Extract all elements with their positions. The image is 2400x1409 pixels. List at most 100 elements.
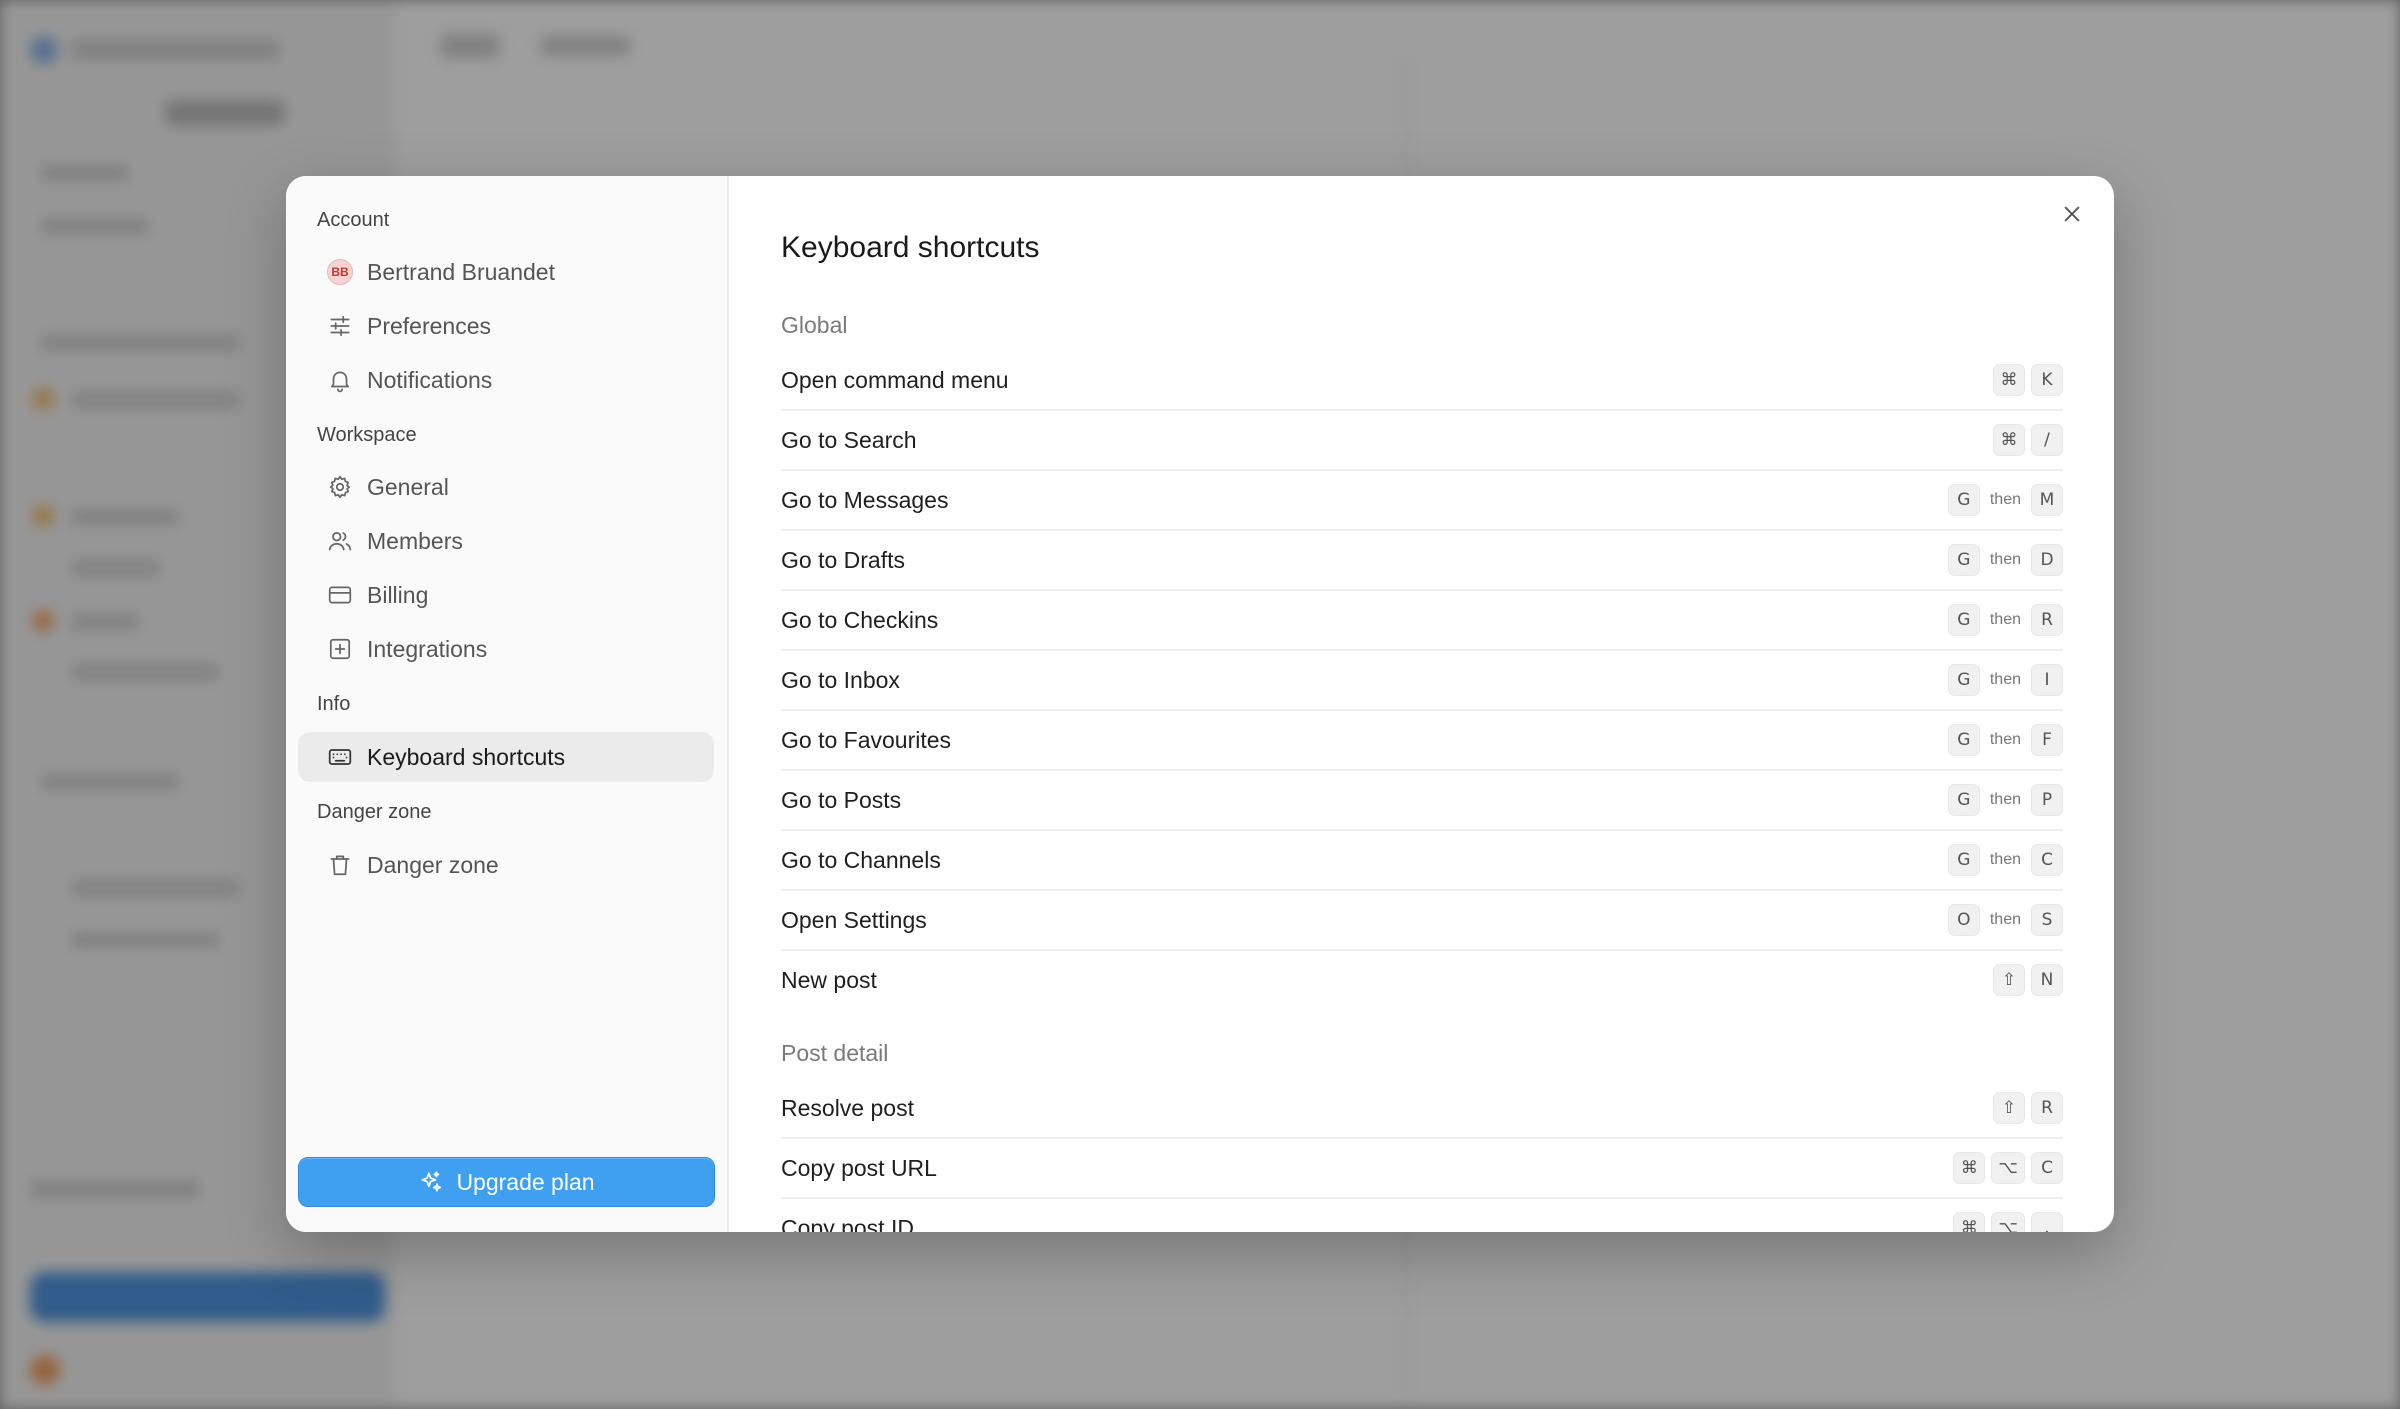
sidebar-item-keyboard-shortcuts[interactable]: Keyboard shortcuts	[298, 732, 714, 782]
shortcut-keys: Gthen F	[1947, 724, 2063, 756]
then-separator: then	[1989, 731, 2021, 748]
shortcut-keys: ⌘ ⌥ C	[1953, 1152, 2063, 1184]
key-cap: G	[1947, 484, 1980, 516]
section-label-info: Info	[317, 693, 351, 715]
bell-icon	[327, 367, 353, 393]
shortcut-list-global: Open command menu ⌘ K Go to Search ⌘ / Go to M…	[781, 351, 2063, 1009]
key-cap: G	[1947, 664, 1980, 696]
shortcut-keys: ⌘ /	[1993, 424, 2063, 456]
sidebar-item-preferences[interactable]: Preferences	[298, 301, 714, 351]
shortcut-label: Copy post URL	[781, 1154, 937, 1181]
shortcut-row: New post ⇧ N	[781, 951, 2063, 1009]
sidebar-item-members[interactable]: Members	[298, 516, 714, 566]
shortcut-label: Go to Inbox	[781, 666, 900, 693]
shortcut-keys: Othen S	[1947, 904, 2063, 936]
key-cap: G	[1947, 724, 1980, 756]
shortcut-label: Copy post ID	[781, 1214, 914, 1233]
key-cap: ⌥	[1991, 1212, 2025, 1232]
key-cap: G	[1947, 844, 1980, 876]
then-separator: then	[1989, 851, 2021, 868]
shortcut-label: Go to Search	[781, 426, 917, 453]
shortcut-row: Go to Favourites Gthen F	[781, 711, 2063, 771]
shortcut-label: Go to Channels	[781, 846, 941, 873]
shortcut-row: Resolve post ⇧ R	[781, 1079, 2063, 1139]
shortcut-keys: ⇧ R	[1993, 1092, 2063, 1124]
shortcut-keys: ⇧ N	[1993, 964, 2063, 996]
sidebar-item-billing[interactable]: Billing	[298, 570, 714, 620]
key-cap: R	[2031, 1092, 2063, 1124]
key-cap: I	[2031, 664, 2063, 696]
sidebar-item-label: Integrations	[367, 635, 488, 662]
key-cap: M	[2031, 484, 2063, 516]
key-cap: ⌥	[1991, 1152, 2025, 1184]
shortcut-row: Open command menu ⌘ K	[781, 351, 2063, 411]
shortcut-label: New post	[781, 966, 877, 993]
shortcut-keys: Gthen R	[1947, 604, 2063, 636]
shortcut-row: Open Settings Othen S	[781, 891, 2063, 951]
sidebar-item-label: General	[367, 473, 449, 500]
key-cap: ⌘	[1993, 364, 2025, 396]
upgrade-plan-label: Upgrade plan	[456, 1168, 595, 1195]
shortcut-label: Open Settings	[781, 906, 927, 933]
sidebar-item-label: Bertrand Bruandet	[367, 258, 555, 285]
plus-square-icon	[327, 636, 353, 662]
sidebar-item-integrations[interactable]: Integrations	[298, 624, 714, 674]
shortcut-row: Go to Posts Gthen P	[781, 771, 2063, 831]
shortcut-list-post-detail: Resolve post ⇧ R Copy post URL ⌘ ⌥ C Copy post …	[781, 1079, 2063, 1232]
shortcut-row: Go to Drafts Gthen D	[781, 531, 2063, 591]
sidebar-item-notifications[interactable]: Notifications	[298, 355, 714, 405]
shortcut-label: Go to Favourites	[781, 726, 952, 753]
key-cap: C	[2031, 844, 2063, 876]
settings-modal: Account BB Bertrand Bruandet Preferences…	[286, 176, 2114, 1232]
key-cap: K	[2031, 364, 2063, 396]
sidebar-item-label: Danger zone	[367, 851, 499, 878]
key-cap: N	[2031, 964, 2063, 996]
key-cap: ⇧	[1993, 1092, 2025, 1124]
keyboard-icon	[327, 744, 353, 770]
section-label-account: Account	[317, 209, 390, 231]
key-cap: G	[1947, 604, 1980, 636]
page-title: Keyboard shortcuts	[781, 231, 1040, 264]
sliders-icon	[327, 313, 353, 339]
key-cap: ⌘	[1993, 424, 2025, 456]
shortcut-row: Go to Checkins Gthen R	[781, 591, 2063, 651]
close-icon	[2064, 206, 2080, 222]
shortcut-keys: Gthen M	[1947, 484, 2063, 516]
sidebar-item-label: Keyboard shortcuts	[367, 743, 566, 770]
group-title-post-detail: Post detail	[781, 1040, 889, 1066]
settings-content: Keyboard shortcuts Global Open command m…	[729, 176, 2114, 1232]
then-separator: then	[1989, 911, 2021, 928]
sidebar-item-label: Billing	[367, 581, 429, 608]
then-separator: then	[1989, 611, 2021, 628]
key-cap: G	[1947, 544, 1980, 576]
shortcut-keys: Gthen D	[1947, 544, 2063, 576]
key-cap: O	[1947, 904, 1980, 936]
sidebar-item-general[interactable]: General	[298, 462, 714, 512]
shortcut-row: Go to Channels Gthen C	[781, 831, 2063, 891]
close-button[interactable]	[2054, 196, 2090, 232]
avatar: BB	[327, 259, 353, 285]
key-cap: D	[2031, 544, 2063, 576]
key-cap: ⌘	[1953, 1152, 1986, 1184]
section-label-danger-zone: Danger zone	[317, 801, 432, 823]
sidebar-item-label: Members	[367, 527, 463, 554]
shortcut-row: Go to Messages Gthen M	[781, 471, 2063, 531]
upgrade-plan-button[interactable]: Upgrade plan	[298, 1157, 715, 1207]
shortcut-label: Go to Posts	[781, 786, 902, 813]
shortcut-keys: Gthen I	[1947, 664, 2063, 696]
sidebar-item-profile[interactable]: BB Bertrand Bruandet	[298, 247, 714, 297]
sidebar-item-label: Notifications	[367, 366, 493, 393]
shortcut-keys: ⌘ K	[1993, 364, 2063, 396]
then-separator: then	[1989, 491, 2021, 508]
shortcut-label: Go to Messages	[781, 486, 949, 513]
sparkles-icon	[421, 1171, 442, 1192]
trash-icon	[327, 852, 353, 878]
shortcut-row: Go to Inbox Gthen I	[781, 651, 2063, 711]
shortcut-keys: Gthen P	[1947, 784, 2063, 816]
group-title-global: Global	[781, 312, 848, 338]
then-separator: then	[1989, 671, 2021, 688]
key-cap: P	[2031, 784, 2063, 816]
sidebar-item-danger-zone[interactable]: Danger zone	[298, 840, 714, 890]
key-cap: C	[2031, 1152, 2063, 1184]
credit-card-icon	[327, 582, 353, 608]
